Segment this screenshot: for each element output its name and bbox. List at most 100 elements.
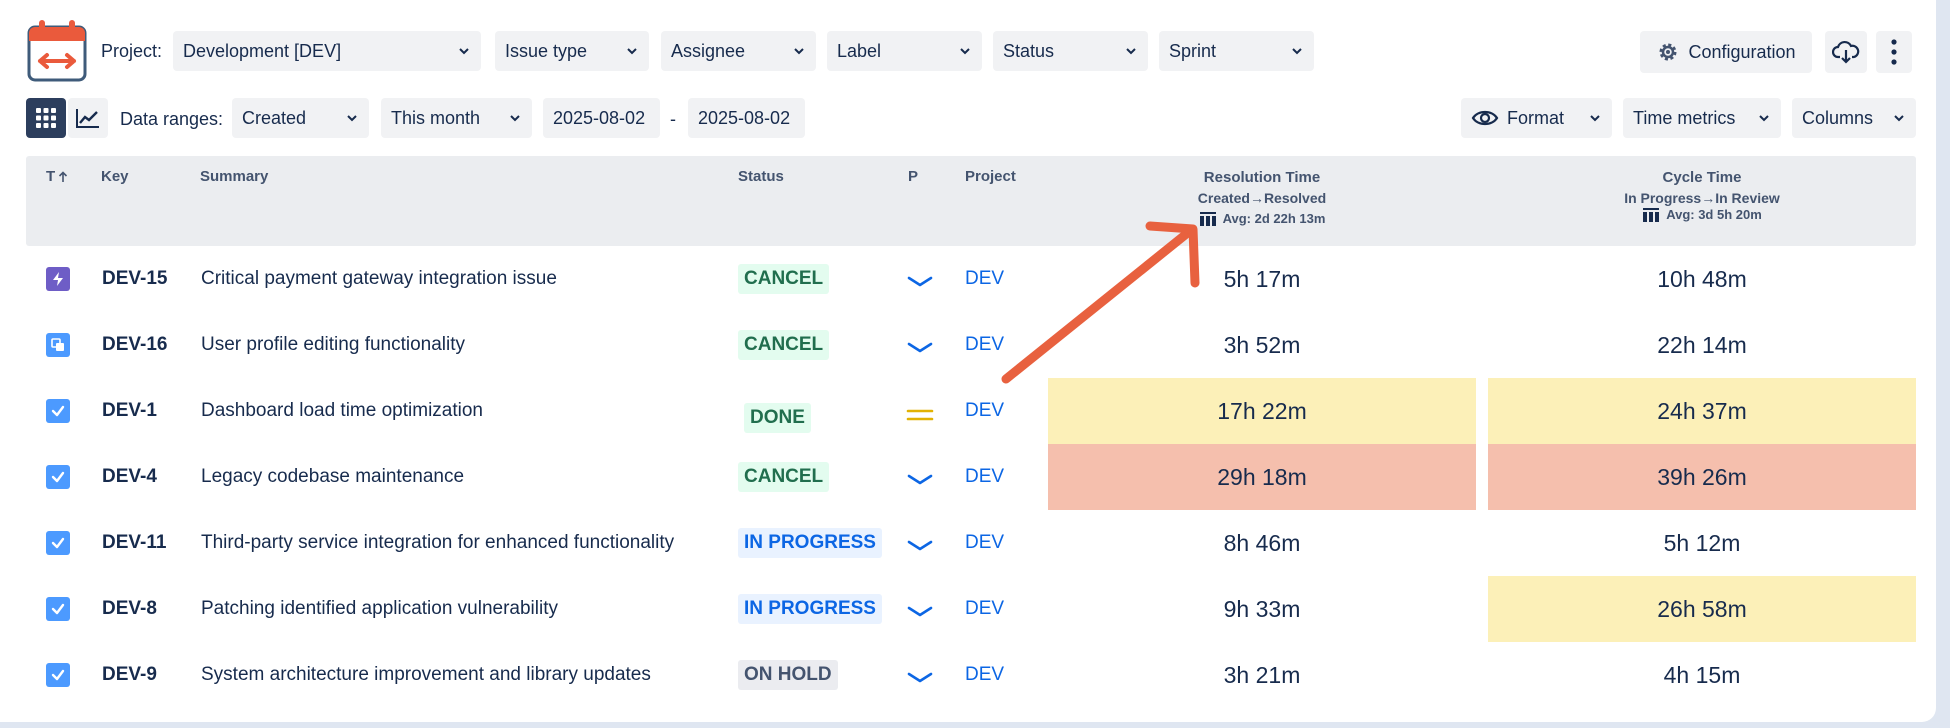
format-select[interactable]: Format [1461, 98, 1612, 138]
columns-select[interactable]: Columns [1792, 98, 1916, 138]
table-row[interactable]: DEV-16 User profile editing functionality… [26, 312, 1916, 378]
priority-cell [906, 312, 934, 378]
sprint-filter[interactable]: Sprint [1159, 31, 1314, 71]
issue-key[interactable]: DEV-4 [102, 444, 157, 510]
priority-cell [906, 510, 934, 576]
issue-type-cell [46, 510, 70, 576]
issue-summary[interactable]: Critical payment gateway integration iss… [201, 246, 557, 312]
grid-view-toggle[interactable] [26, 98, 66, 138]
project-link[interactable]: DEV [965, 510, 1004, 576]
line-chart-icon [76, 109, 99, 128]
chevron-down-icon [960, 48, 970, 55]
issue-type-cell [46, 444, 70, 510]
columns-label: Columns [1802, 107, 1874, 128]
cycle-avg: Avg: 3d 5h 20m [1488, 206, 1916, 222]
project-label: Project: [101, 41, 163, 61]
status-cell: ON HOLD [738, 642, 838, 708]
configuration-button[interactable]: Configuration [1640, 31, 1812, 73]
more-menu-button[interactable] [1876, 31, 1912, 73]
status-cell: CANCEL [738, 312, 830, 378]
issue-key[interactable]: DEV-1 [102, 378, 157, 444]
resolution-span: Created→Resolved [1048, 190, 1476, 206]
status-badge: IN PROGRESS [738, 528, 882, 558]
status-cell: IN PROGRESS [738, 576, 882, 642]
col-cycle-header[interactable]: Cycle Time In Progress→In Review Avg: 3d… [1488, 169, 1916, 222]
date-to-value: 2025-08-02 [698, 107, 791, 128]
range-field-select[interactable]: Created [232, 98, 369, 138]
issue-key[interactable]: DEV-16 [102, 312, 167, 378]
issue-summary[interactable]: System architecture improvement and libr… [201, 642, 651, 708]
issue-summary[interactable]: User profile editing functionality [201, 312, 465, 378]
priority-cell [906, 642, 934, 708]
cycle-time-cell: 22h 14m [1657, 331, 1747, 358]
project-link[interactable]: DEV [965, 642, 1004, 708]
label-filter-label: Label [837, 40, 882, 61]
col-priority-header[interactable]: P [908, 168, 918, 185]
status-badge: CANCEL [738, 264, 830, 294]
issue-summary[interactable]: Patching identified application vulnerab… [201, 576, 558, 642]
project-link[interactable]: DEV [965, 576, 1004, 642]
table-row[interactable]: DEV-1 Dashboard load time optimization DON… [26, 378, 1916, 444]
date-from-input[interactable]: 2025-08-02 [543, 98, 660, 138]
task-type-icon [46, 597, 70, 621]
col-status-header[interactable]: Status [738, 168, 784, 185]
col-summary-header[interactable]: Summary [200, 168, 268, 185]
range-period-select[interactable]: This month [381, 98, 532, 138]
assignee-filter-label: Assignee [671, 40, 746, 61]
issue-summary[interactable]: Dashboard load time optimization [201, 378, 483, 444]
status-cell: IN PROGRESS [738, 510, 882, 576]
issue-key[interactable]: DEV-15 [102, 246, 167, 312]
issue-type-filter[interactable]: Issue type [495, 31, 649, 71]
priority-cell [906, 444, 934, 510]
date-from-value: 2025-08-02 [553, 107, 646, 128]
label-filter[interactable]: Label [827, 31, 982, 71]
download-button[interactable] [1825, 31, 1867, 73]
table-header: T Key Summary Status P Project Resolutio… [26, 156, 1916, 246]
table-row[interactable]: DEV-15 Critical payment gateway integrati… [26, 246, 1916, 312]
task-type-icon [46, 399, 70, 423]
table-row[interactable]: DEV-11 Third-party service integration fo… [26, 510, 1916, 576]
table-row[interactable]: DEV-9 System architecture improvement and… [26, 642, 1916, 708]
cycle-time-cell: 5h 12m [1663, 529, 1741, 556]
chevron-down-icon [1894, 115, 1904, 122]
priority-low-icon [907, 606, 933, 617]
status-badge: DONE [744, 403, 811, 433]
issue-key[interactable]: DEV-8 [102, 576, 157, 642]
table-row[interactable]: DEV-8 Patching identified application vul… [26, 576, 1916, 642]
project-link[interactable]: DEV [965, 444, 1004, 510]
report-panel: Project: Development [DEV] Issue type As… [0, 0, 1936, 722]
status-cell: CANCEL [738, 444, 830, 510]
col-project-header[interactable]: Project [965, 168, 1016, 185]
table-row[interactable]: DEV-4 Legacy codebase maintenance CANCEL DE… [26, 444, 1916, 510]
col-key-header[interactable]: Key [101, 168, 129, 185]
issue-summary[interactable]: Third-party service integration for enha… [201, 510, 674, 576]
issue-type-cell [46, 246, 70, 312]
task-type-icon [46, 465, 70, 489]
more-vertical-icon [1891, 39, 1897, 65]
cycle-time-cell: 26h 58m [1488, 576, 1916, 642]
col-type-label: T [46, 168, 56, 185]
assignee-filter[interactable]: Assignee [661, 31, 816, 71]
issue-key[interactable]: DEV-9 [102, 642, 157, 708]
status-badge: IN PROGRESS [738, 594, 882, 624]
issue-key[interactable]: DEV-11 [102, 510, 166, 576]
priority-low-icon [907, 672, 933, 683]
col-type-header[interactable]: T [46, 168, 68, 185]
issue-summary[interactable]: Legacy codebase maintenance [201, 444, 464, 510]
project-select[interactable]: Development [DEV] [173, 31, 481, 71]
format-label: Format [1507, 107, 1565, 128]
cloud-download-icon [1832, 40, 1860, 64]
chevron-down-icon [1590, 115, 1600, 122]
time-metrics-select[interactable]: Time metrics [1623, 98, 1781, 138]
cycle-span: In Progress→In Review [1488, 190, 1916, 206]
date-separator: - [670, 109, 676, 129]
resolution-to: Resolved [1263, 190, 1327, 206]
issue-type-cell [46, 378, 70, 444]
project-select-value: Development [DEV] [183, 40, 342, 61]
sort-up-icon [59, 170, 68, 182]
status-filter[interactable]: Status [993, 31, 1148, 71]
chevron-down-icon [794, 48, 804, 55]
date-to-input[interactable]: 2025-08-02 [688, 98, 805, 138]
resolution-avg-value: Avg: 2d 22h 13m [1222, 210, 1326, 226]
chart-view-toggle[interactable] [68, 98, 108, 138]
